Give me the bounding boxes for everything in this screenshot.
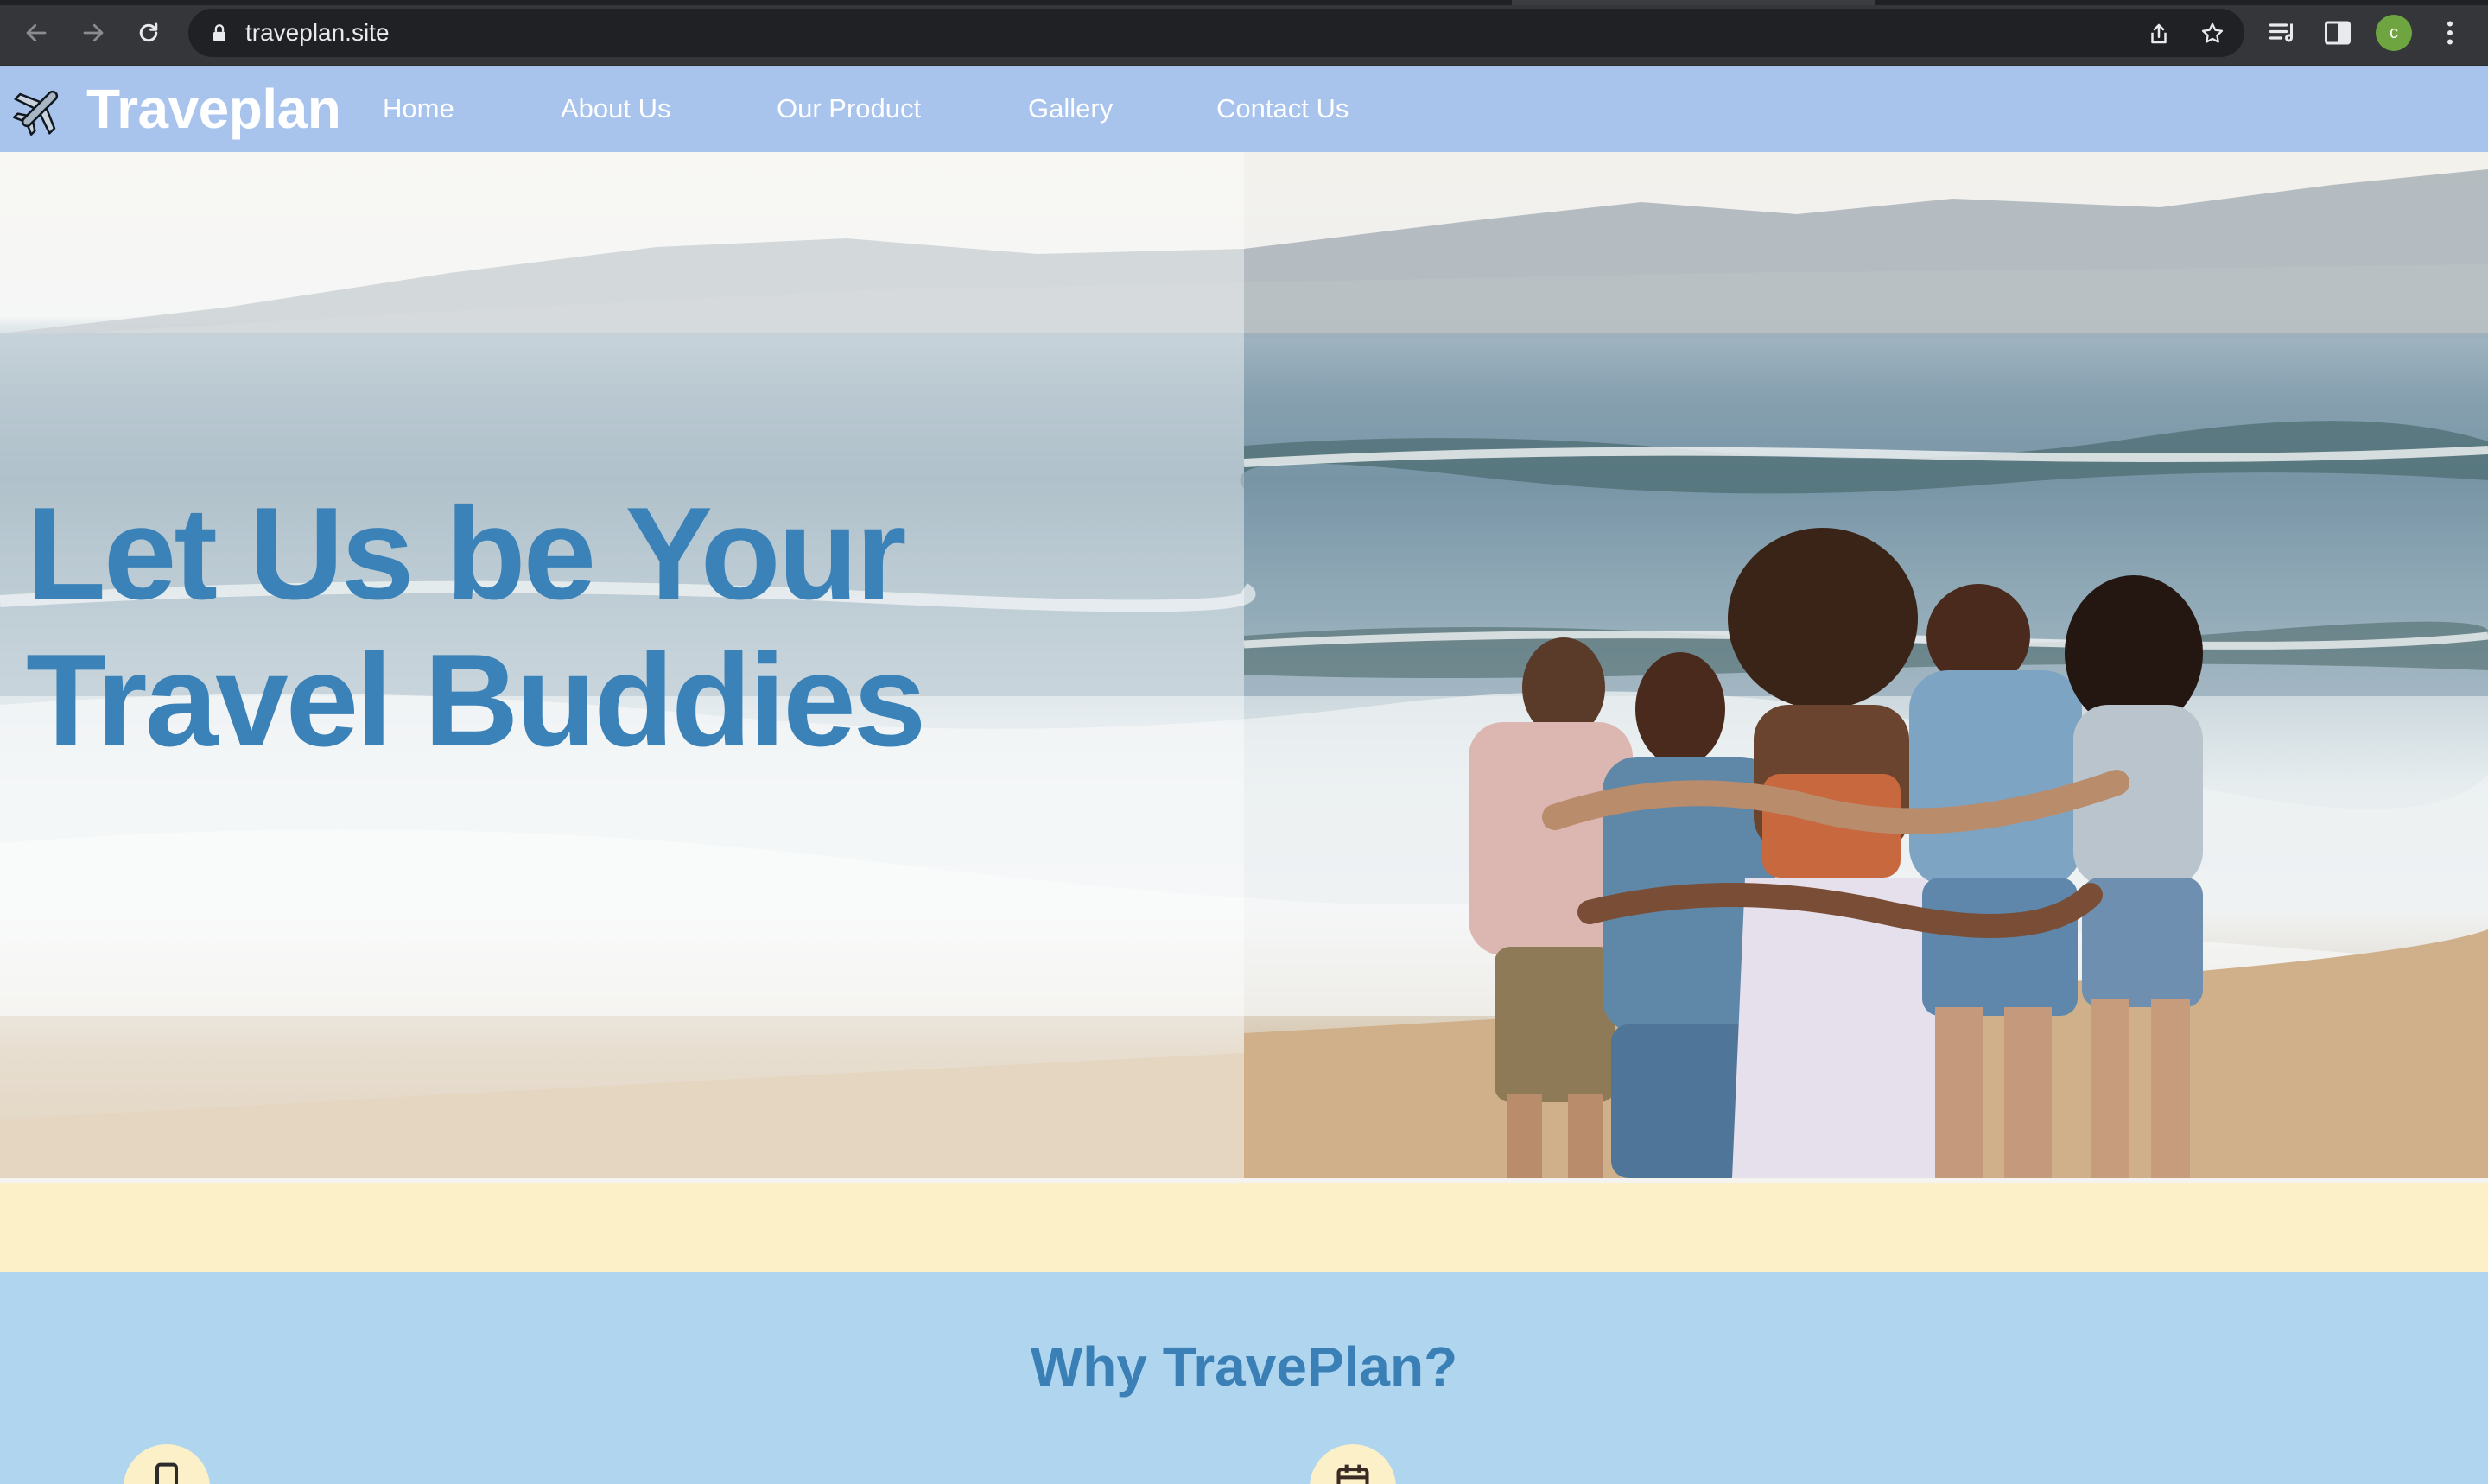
tab-strip-segment xyxy=(1512,0,1875,5)
why-title: Why TravePlan? xyxy=(1030,1335,1458,1398)
tab-strip xyxy=(0,0,2488,5)
forward-button[interactable] xyxy=(76,16,111,50)
nav-link-gallery[interactable]: Gallery xyxy=(1028,92,1113,126)
airplane-icon xyxy=(13,90,59,136)
lock-icon xyxy=(213,24,225,41)
back-arrow-icon xyxy=(26,23,47,42)
address-bar[interactable]: traveplan.site xyxy=(188,9,2244,57)
hero-headline: Let Us be Your Travel Buddies xyxy=(26,480,926,774)
share-icon[interactable] xyxy=(2146,21,2172,47)
forward-arrow-icon xyxy=(83,23,104,42)
nav-link-home[interactable]: Home xyxy=(383,92,454,126)
back-button[interactable] xyxy=(19,16,54,50)
url-text: traveplan.site xyxy=(245,19,390,46)
feature-icon-circle xyxy=(124,1444,210,1484)
kebab-menu-icon[interactable] xyxy=(2434,17,2466,48)
reload-button[interactable] xyxy=(131,16,166,50)
profile-avatar[interactable]: c xyxy=(2376,15,2412,51)
brand-name[interactable]: Traveplan xyxy=(86,78,341,140)
reading-list-icon[interactable] xyxy=(2267,17,2298,48)
calendar-icon xyxy=(1336,1464,1369,1484)
reload-icon xyxy=(139,22,158,42)
hero-section: Let Us be Your Travel Buddies xyxy=(0,152,2488,1178)
bookmark-star-icon[interactable] xyxy=(2199,21,2225,47)
why-section: Why TravePlan? xyxy=(0,1272,2488,1484)
nav-link-our-product[interactable]: Our Product xyxy=(777,92,921,126)
phone-icon xyxy=(155,1462,179,1484)
nav-link-contact-us[interactable]: Contact Us xyxy=(1216,92,1349,126)
browser-toolbar: traveplan.site c xyxy=(0,0,2488,66)
cream-divider-band xyxy=(0,1178,2488,1272)
site-navbar: Traveplan Home About Us Our Product Gall… xyxy=(0,66,2488,152)
side-panel-icon[interactable] xyxy=(2322,17,2353,48)
feature-icon-circle xyxy=(1310,1444,1396,1484)
nav-link-about-us[interactable]: About Us xyxy=(561,92,671,126)
